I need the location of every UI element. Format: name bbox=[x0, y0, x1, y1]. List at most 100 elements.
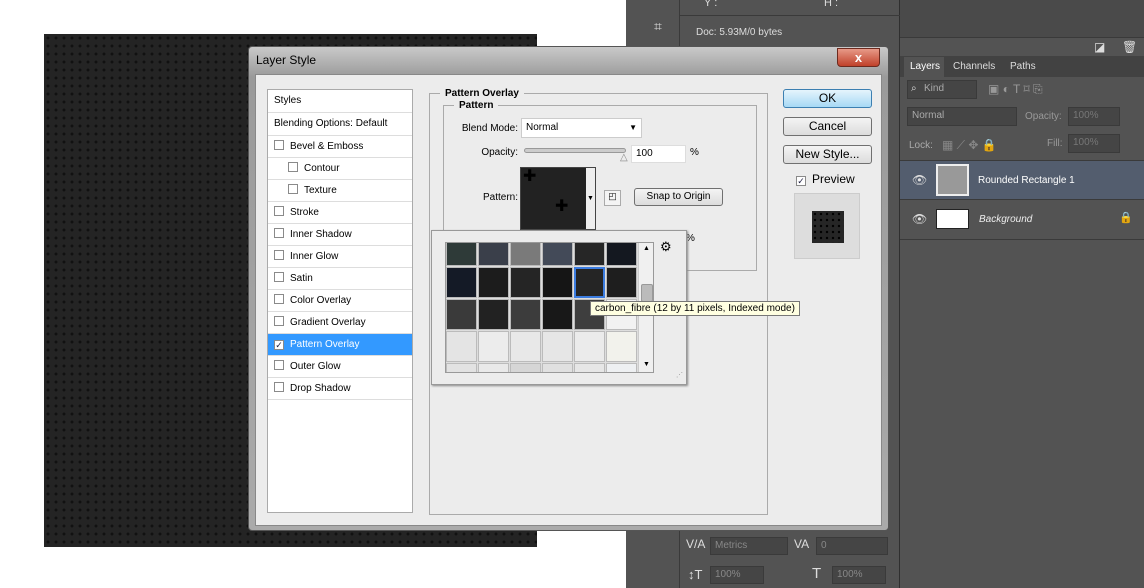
effect-checkbox[interactable]: ✓ bbox=[274, 340, 284, 350]
pattern-swatch[interactable] bbox=[446, 363, 477, 372]
pattern-swatch[interactable] bbox=[574, 331, 605, 362]
effect-item[interactable]: ✓ Pattern Overlay bbox=[268, 334, 412, 356]
pattern-swatch[interactable] bbox=[542, 331, 573, 362]
effect-item[interactable]: Stroke bbox=[268, 202, 412, 224]
crop-tool-icon[interactable]: ⌗ bbox=[654, 18, 662, 35]
pattern-swatch[interactable] bbox=[574, 267, 605, 298]
cancel-button[interactable]: Cancel bbox=[783, 117, 872, 136]
effect-item[interactable]: Inner Glow bbox=[268, 246, 412, 268]
pattern-swatch[interactable] bbox=[446, 331, 477, 362]
pattern-picker[interactable]: ✚ ✚ ▼ bbox=[520, 167, 596, 230]
pattern-swatch[interactable] bbox=[510, 299, 541, 330]
effect-checkbox[interactable] bbox=[274, 250, 284, 260]
blend-mode-select[interactable]: Normal bbox=[907, 107, 1017, 126]
pattern-swatch[interactable] bbox=[446, 243, 477, 266]
effect-checkbox[interactable] bbox=[288, 184, 298, 194]
lock-icons[interactable]: ▦ ⟋ ✥ 🔒 bbox=[942, 138, 997, 153]
effect-checkbox[interactable] bbox=[274, 316, 284, 326]
pattern-swatch[interactable] bbox=[542, 299, 573, 330]
opacity-input[interactable]: 100 bbox=[631, 145, 686, 163]
effect-item[interactable]: Texture bbox=[268, 180, 412, 202]
blend-mode-select[interactable]: Normal ▼ bbox=[521, 118, 642, 138]
pattern-swatch[interactable] bbox=[574, 243, 605, 266]
gear-icon[interactable]: ⚙ bbox=[660, 239, 672, 255]
effect-checkbox[interactable] bbox=[274, 228, 284, 238]
close-button[interactable]: x bbox=[837, 48, 880, 67]
effect-item[interactable]: Outer Glow bbox=[268, 356, 412, 378]
effect-checkbox[interactable] bbox=[274, 360, 284, 370]
opacity-label: Opacity: bbox=[1025, 111, 1062, 122]
pattern-swatch[interactable] bbox=[606, 243, 637, 266]
pattern-swatch[interactable] bbox=[510, 331, 541, 362]
pattern-swatch[interactable] bbox=[606, 363, 637, 372]
tab-channels[interactable]: Channels bbox=[953, 61, 995, 72]
layer-row[interactable]: 👁 Background 🔒 bbox=[900, 200, 1144, 240]
effect-checkbox[interactable] bbox=[274, 294, 284, 304]
effect-item[interactable]: Satin bbox=[268, 268, 412, 290]
pattern-swatch[interactable] bbox=[478, 363, 509, 372]
scrollbar-thumb[interactable] bbox=[641, 284, 653, 302]
pattern-swatch[interactable] bbox=[510, 267, 541, 298]
pattern-swatch[interactable] bbox=[478, 331, 509, 362]
effect-item[interactable]: Color Overlay bbox=[268, 290, 412, 312]
new-layer-icon[interactable]: ◪ bbox=[1094, 40, 1105, 54]
scroll-up-icon[interactable]: ▲ bbox=[643, 245, 650, 252]
chevron-down-icon[interactable]: ▼ bbox=[586, 168, 595, 229]
pattern-swatch[interactable] bbox=[446, 267, 477, 298]
vertical-scale-input[interactable]: 100% bbox=[710, 566, 764, 584]
eye-icon[interactable]: 👁 bbox=[912, 173, 927, 187]
eye-icon[interactable]: 👁 bbox=[912, 212, 927, 226]
preview-checkbox[interactable]: ✓ Preview bbox=[796, 172, 855, 186]
pattern-swatch[interactable] bbox=[446, 299, 477, 330]
pattern-swatch[interactable] bbox=[478, 243, 509, 266]
pattern-swatch[interactable] bbox=[542, 267, 573, 298]
horizontal-scale-input[interactable]: 100% bbox=[832, 566, 886, 584]
pattern-swatch[interactable] bbox=[510, 363, 541, 372]
filter-icons[interactable]: ▣ ◐ T ⌑ ⎘ bbox=[988, 82, 1043, 97]
tab-layers[interactable]: Layers bbox=[904, 57, 944, 77]
trash-icon[interactable]: 🗑 bbox=[1122, 40, 1137, 54]
effect-item[interactable]: Drop Shadow bbox=[268, 378, 412, 400]
effect-checkbox[interactable] bbox=[274, 382, 284, 392]
effect-checkbox[interactable] bbox=[274, 140, 284, 150]
new-preset-icon[interactable]: ◰ bbox=[604, 190, 621, 206]
effect-checkbox[interactable] bbox=[274, 272, 284, 282]
opacity-input[interactable]: 100% bbox=[1068, 107, 1120, 126]
new-style-button[interactable]: New Style... bbox=[783, 145, 872, 164]
blending-options-item[interactable]: Blending Options: Default bbox=[268, 113, 412, 136]
effect-item[interactable]: Gradient Overlay bbox=[268, 312, 412, 334]
pattern-swatch[interactable] bbox=[574, 363, 605, 372]
pattern-swatch[interactable] bbox=[478, 267, 509, 298]
resize-grip-icon[interactable]: ⋰ bbox=[676, 371, 683, 379]
effect-item[interactable]: Contour bbox=[268, 158, 412, 180]
pattern-swatch[interactable] bbox=[542, 363, 573, 372]
pattern-swatch[interactable] bbox=[542, 243, 573, 266]
pattern-swatch[interactable] bbox=[606, 267, 637, 298]
preview-swatch bbox=[794, 193, 860, 259]
slider-handle[interactable]: △ bbox=[620, 152, 628, 163]
effect-label: Satin bbox=[290, 273, 313, 284]
opacity-slider[interactable] bbox=[524, 148, 626, 153]
effect-checkbox[interactable] bbox=[288, 162, 298, 172]
pattern-swatch[interactable] bbox=[606, 331, 637, 362]
kerning-select[interactable]: Metrics bbox=[710, 537, 788, 555]
layer-name[interactable]: Background bbox=[979, 214, 1032, 225]
snap-to-origin-button[interactable]: Snap to Origin bbox=[634, 188, 723, 206]
chevron-down-icon: ▼ bbox=[629, 123, 637, 132]
kind-filter[interactable]: Kind bbox=[907, 80, 977, 99]
effect-item[interactable]: Bevel & Emboss bbox=[268, 136, 412, 158]
layer-row[interactable]: 👁 Rounded Rectangle 1 bbox=[900, 161, 1144, 200]
pattern-swatch[interactable] bbox=[478, 299, 509, 330]
tab-paths[interactable]: Paths bbox=[1010, 61, 1036, 72]
styles-item[interactable]: Styles bbox=[268, 90, 412, 113]
tracking-select[interactable]: 0 bbox=[816, 537, 888, 555]
scroll-down-icon[interactable]: ▼ bbox=[643, 361, 650, 368]
pattern-swatch[interactable] bbox=[510, 243, 541, 266]
effect-item[interactable]: Inner Shadow bbox=[268, 224, 412, 246]
y-readout: Y : bbox=[704, 0, 718, 9]
fill-input[interactable]: 100% bbox=[1068, 134, 1120, 153]
ok-button[interactable]: OK bbox=[783, 89, 872, 108]
effect-checkbox[interactable] bbox=[274, 206, 284, 216]
layer-name[interactable]: Rounded Rectangle 1 bbox=[978, 175, 1075, 186]
styles-list: Styles Blending Options: Default Bevel &… bbox=[267, 89, 413, 513]
